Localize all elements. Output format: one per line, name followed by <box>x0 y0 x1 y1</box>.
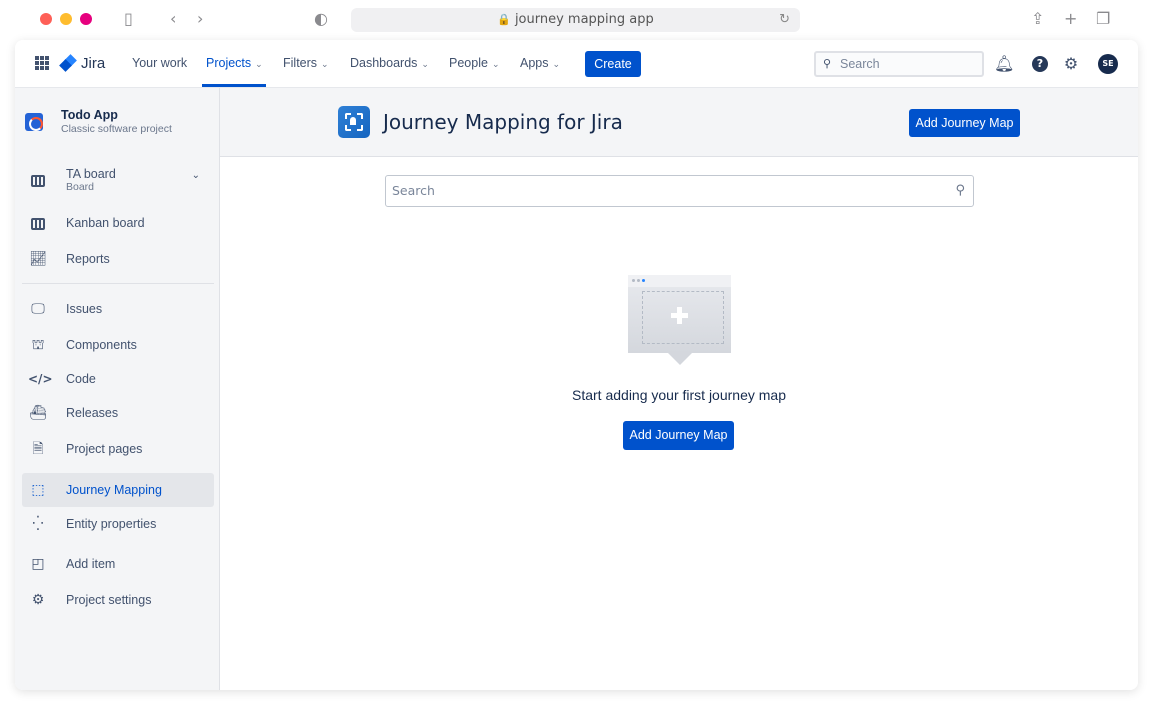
nav-your-work[interactable]: Your work <box>132 56 187 70</box>
sidebar-item-label: Entity properties <box>66 517 157 531</box>
add-journey-map-button[interactable]: Add Journey Map <box>909 109 1020 137</box>
sidebar-item-label: Issues <box>66 302 103 316</box>
sidebar-item-label: Project settings <box>66 593 152 607</box>
sidebar-item-label: Releases <box>66 406 119 420</box>
sidebar-item-code[interactable]: </> Code <box>22 362 214 396</box>
entity-properties-icon: ⁛ <box>32 516 44 532</box>
sidebar-item-label: Add item <box>66 557 116 571</box>
add-item-icon: ◰ <box>31 556 45 572</box>
reports-icon: 📈︎ <box>29 251 47 267</box>
app-switcher-icon[interactable] <box>35 56 49 70</box>
chevron-down-icon: ⌄ <box>255 59 263 69</box>
code-icon: </> <box>28 372 53 386</box>
main-content: Journey Mapping for Jira Add Journey Map… <box>220 88 1138 690</box>
journey-search-input[interactable]: Search ⚲ <box>385 175 974 207</box>
zoom-window-button[interactable] <box>80 13 92 25</box>
chevron-down-icon: ⌄ <box>491 59 500 69</box>
search-placeholder: Search <box>392 183 435 198</box>
search-placeholder: Search <box>840 57 880 71</box>
sidebar-item-label: Reports <box>66 252 110 266</box>
nav-dashboards[interactable]: Dashboards ⌄ <box>350 56 429 70</box>
sidebar-divider <box>22 283 214 284</box>
sidebar-item-kanban-board[interactable]: Kanban board <box>22 206 214 240</box>
add-journey-map-cta-button[interactable]: Add Journey Map <box>623 421 734 450</box>
empty-state-illustration <box>628 275 731 365</box>
sidebar-item-components[interactable]: ⛫ Components <box>22 328 214 362</box>
minimize-window-button[interactable] <box>60 13 72 25</box>
issues-icon: 🖵︎ <box>31 301 45 317</box>
board-name: TA board <box>66 167 116 181</box>
chevron-down-icon: ⌄ <box>552 59 561 69</box>
create-button[interactable]: Create <box>585 51 641 77</box>
sidebar-item-entity-properties[interactable]: ⁛ Entity properties <box>22 507 214 541</box>
sidebar-item-journey-mapping[interactable]: ⬚ Journey Mapping <box>22 473 214 507</box>
sidebar-item-releases[interactable]: ⛴ Releases <box>22 396 214 430</box>
sidebar-toggle-icon[interactable]: ▯ <box>124 8 133 30</box>
jira-logo[interactable]: Jira <box>59 53 105 73</box>
jira-app: Jira Your work Projects ⌄ Filters ⌄ Dashbo… <box>15 40 1138 690</box>
forward-icon[interactable]: › <box>197 8 203 30</box>
sidebar-item-issues[interactable]: 🖵︎ Issues <box>22 292 214 326</box>
project-name: Todo App <box>61 108 118 122</box>
project-avatar-icon <box>25 112 43 131</box>
sidebar-item-label: Kanban board <box>66 216 145 230</box>
kanban-icon <box>28 213 48 233</box>
project-sidebar: Todo App Classic software project TA boa… <box>15 88 220 690</box>
lock-icon: 🔒 <box>497 13 511 26</box>
sidebar-item-label: Code <box>66 372 96 386</box>
notifications-icon[interactable]: 🔔︎ <box>994 54 1014 74</box>
close-window-button[interactable] <box>40 13 52 25</box>
chevron-down-icon: ⌄ <box>321 59 329 69</box>
page-title: Journey Mapping for Jira <box>383 110 623 134</box>
sidebar-item-label: Journey Mapping <box>66 483 162 497</box>
journey-mapping-icon: ⬚ <box>31 482 45 498</box>
sidebar-item-label: Components <box>66 338 137 352</box>
sidebar-item-ta-board[interactable]: TA board Board ⌄ <box>22 160 214 200</box>
reload-icon[interactable]: ↻ <box>779 8 790 32</box>
journey-mapping-logo-icon <box>338 106 370 138</box>
new-tab-icon[interactable]: + <box>1064 8 1077 30</box>
share-icon[interactable]: ⇪ <box>1031 8 1044 30</box>
sidebar-item-project-pages[interactable]: 🗎 Project pages <box>22 432 214 466</box>
nav-projects[interactable]: Projects ⌄ <box>206 56 263 70</box>
address-bar[interactable]: 🔒 journey mapping app ↻ <box>351 8 800 32</box>
jira-logo-icon <box>59 54 77 72</box>
chevron-down-icon: ⌄ <box>421 59 429 69</box>
board-sub: Board <box>66 181 95 193</box>
nav-people[interactable]: People ⌄ <box>449 56 499 70</box>
pages-icon: 🗎 <box>32 441 44 457</box>
project-type: Classic software project <box>61 123 172 135</box>
url-text: journey mapping app <box>514 12 654 27</box>
top-navigation: Jira Your work Projects ⌄ Filters ⌄ Dashbo… <box>15 40 1138 88</box>
sidebar-item-add-item[interactable]: ◰ Add item <box>22 547 214 581</box>
components-icon: ⛫ <box>31 337 45 353</box>
board-icon <box>28 170 48 190</box>
settings-gear-icon[interactable]: ⚙ <box>1061 54 1081 74</box>
browser-chrome: ▯ ‹ › ◐ 🔒 journey mapping app ↻ ⇪ + ❐ <box>0 0 1162 40</box>
help-icon[interactable]: ? <box>1032 56 1048 72</box>
empty-state-message: Start adding your first journey map <box>572 387 786 403</box>
sidebar-item-reports[interactable]: 📈︎ Reports <box>22 242 214 276</box>
nav-apps[interactable]: Apps ⌄ <box>520 56 560 70</box>
releases-icon: ⛴ <box>29 405 47 421</box>
back-icon[interactable]: ‹ <box>170 8 176 30</box>
search-icon: ⚲ <box>823 58 832 70</box>
chevron-down-icon[interactable]: ⌄ <box>192 170 200 181</box>
active-nav-indicator <box>202 84 266 87</box>
search-icon: ⚲ <box>955 183 965 198</box>
brand-name: Jira <box>81 54 106 72</box>
settings-icon: ⚙ <box>31 592 45 608</box>
project-header[interactable]: Todo App Classic software project <box>25 108 172 135</box>
tabs-overview-icon[interactable]: ❐ <box>1096 8 1110 30</box>
privacy-shield-icon[interactable]: ◐ <box>314 8 328 30</box>
page-header: Journey Mapping for Jira Add Journey Map <box>220 88 1138 157</box>
search-input[interactable]: ⚲ Search <box>814 51 984 77</box>
avatar[interactable]: SE <box>1098 54 1118 74</box>
nav-filters[interactable]: Filters ⌄ <box>283 56 329 70</box>
sidebar-item-project-settings[interactable]: ⚙ Project settings <box>22 583 214 617</box>
sidebar-item-label: Project pages <box>66 442 143 456</box>
